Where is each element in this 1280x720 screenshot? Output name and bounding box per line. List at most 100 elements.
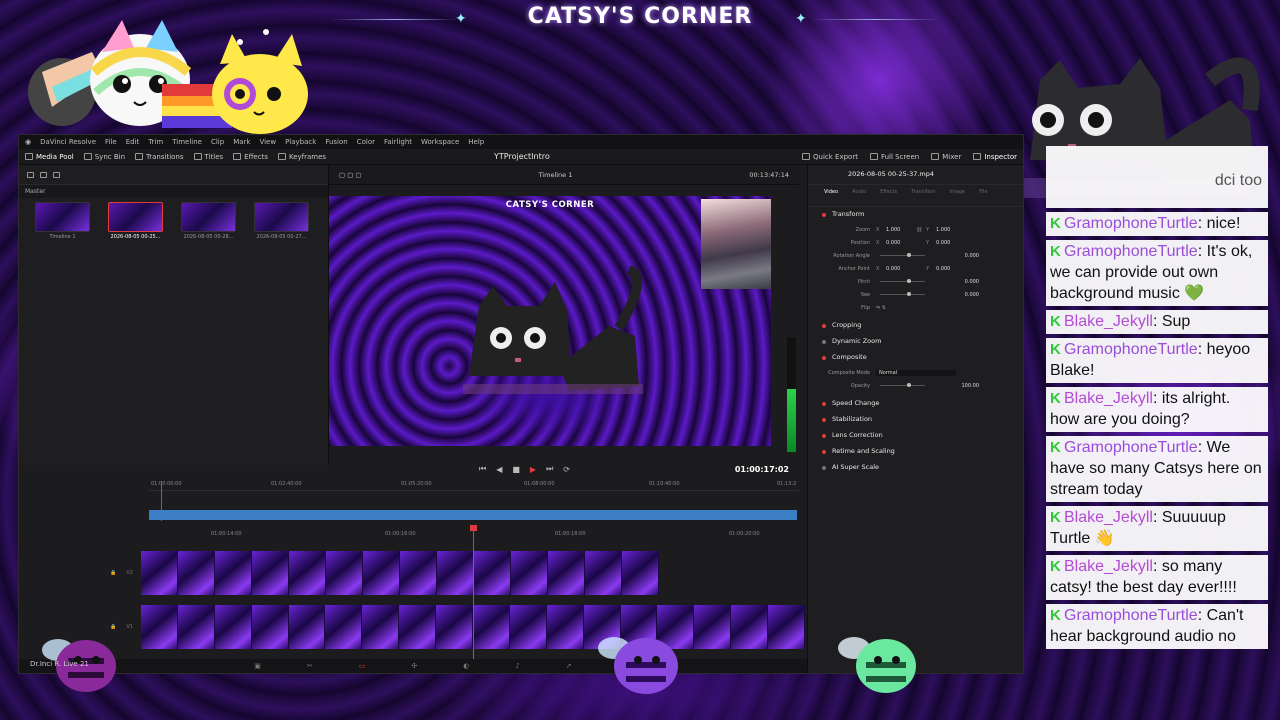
yaw-field[interactable]: 0.000 [929,292,979,298]
tab-file[interactable]: File [979,189,987,206]
video-viewer[interactable]: CATSY'S CORNER [329,196,771,446]
chat-username[interactable]: GramophoneTurtle [1064,607,1198,624]
zoom-x-field[interactable]: 1.000 [886,227,916,233]
master-bin[interactable]: Master [19,185,328,198]
chat-username[interactable]: GramophoneTurtle [1064,215,1198,232]
chat-username[interactable]: Blake_Jekyll [1064,509,1153,526]
pitch-field[interactable]: 0.000 [929,279,979,285]
rotation-slider[interactable] [880,253,925,257]
tab-video[interactable]: Video [824,189,838,206]
zoom-y-field[interactable]: 1.000 [936,227,966,233]
menu-timeline[interactable]: Timeline [172,138,202,146]
full-screen-button[interactable]: Full Screen [869,153,919,161]
inspector-button[interactable]: Inspector [973,153,1017,161]
transitions-button[interactable]: Transitions [135,153,184,161]
pitch-slider[interactable] [880,279,925,283]
opacity-row: Opacity 100.00 [808,379,1023,392]
media-pool-button[interactable]: Media Pool [25,153,74,161]
search-icon[interactable] [53,171,60,178]
flip-vertical-icon[interactable]: ⇅ [882,305,886,311]
stop-icon[interactable]: ■ [512,465,520,474]
section-cropping[interactable]: Cropping [808,318,1023,334]
clip-thumbnail[interactable]: Timeline 1 [35,202,90,240]
menu-trim[interactable]: Trim [148,138,163,146]
section-transform[interactable]: Transform [808,207,1023,223]
menu-color[interactable]: Color [357,138,375,146]
section-ai-super-scale[interactable]: AI Super Scale [808,460,1023,476]
skip-start-icon[interactable]: ⏮ [479,464,486,474]
timeline-selector[interactable]: Timeline 1 [539,171,573,179]
chat-message-text: dci too [1214,172,1262,189]
play-icon[interactable]: ▶ [530,465,536,474]
chat-username[interactable]: GramophoneTurtle [1064,439,1198,456]
section-dynamic-zoom[interactable]: Dynamic Zoom [808,334,1023,350]
section-retime-scaling[interactable]: Retime and Scaling [808,444,1023,460]
menu-file[interactable]: File [105,138,117,146]
loop-icon[interactable]: ⟳ [563,465,570,474]
menu-fairlight[interactable]: Fairlight [384,138,412,146]
menu-clip[interactable]: Clip [211,138,224,146]
tab-image[interactable]: Image [949,189,965,206]
tab-effects[interactable]: Effects [880,189,897,206]
flip-horizontal-icon[interactable]: ⇋ [876,305,880,311]
timeline-ruler[interactable]: 01:00:14:00 01:00:16:00 01:00:18:00 01:0… [139,531,799,541]
position-y-field[interactable]: 0.000 [936,240,966,246]
clip-thumbnail-selected[interactable]: 2026-08-05 00-25... [108,202,163,240]
menu-workspace[interactable]: Workspace [421,138,459,146]
composite-mode-select[interactable]: Normal [876,369,956,376]
skip-end-icon[interactable]: ⏭ [546,464,553,474]
section-lens-correction[interactable]: Lens Correction [808,428,1023,444]
timeline-overview-ruler[interactable]: 01:00:00:00 01:02:40:00 01:05:20:00 01:0… [149,481,799,491]
anchor-x-field[interactable]: 0.000 [886,266,916,272]
lock-icon[interactable]: 🔒 [110,570,116,576]
ruler-tick: 01:05:20:00 [401,481,432,487]
chat-username[interactable]: Blake_Jekyll [1064,390,1153,407]
chat-username[interactable]: GramophoneTurtle [1064,243,1198,260]
timeline-playhead[interactable] [470,525,477,673]
position-x-field[interactable]: 0.000 [886,240,916,246]
fusion-page-icon[interactable]: ✣ [411,662,417,670]
section-composite[interactable]: Composite [808,350,1023,366]
deliver-page-icon[interactable]: ➚ [566,662,572,670]
cut-page-icon[interactable]: ✂ [307,662,313,670]
tab-transition[interactable]: Transition [911,189,935,206]
opacity-field[interactable]: 100.00 [929,383,980,389]
section-speed-change[interactable]: Speed Change [808,396,1023,412]
step-back-icon[interactable]: ◀ [496,465,502,474]
media-page-icon[interactable]: ▣ [254,662,261,670]
effects-button[interactable]: Effects [233,153,268,161]
quick-export-button[interactable]: Quick Export [802,153,858,161]
chat-username[interactable]: GramophoneTurtle [1064,341,1198,358]
titles-button[interactable]: Titles [193,153,223,161]
yaw-slider[interactable] [880,292,925,296]
opacity-slider[interactable] [880,383,925,387]
menu-help[interactable]: Help [468,138,484,146]
chat-username[interactable]: Blake_Jekyll [1064,313,1153,330]
sync-bin-button[interactable]: Sync Bin [83,153,125,161]
list-view-icon[interactable] [27,171,34,178]
keyframes-button[interactable]: Keyframes [277,153,326,161]
timeline-clip-v2[interactable] [141,551,659,595]
menu-fusion[interactable]: Fusion [325,138,347,146]
fairlight-page-icon[interactable]: ♪ [515,662,519,670]
color-page-icon[interactable]: ◐ [463,662,469,670]
rotation-field[interactable]: 0.000 [929,253,979,259]
menu-edit[interactable]: Edit [126,138,140,146]
clip-thumbnail[interactable]: 2026-08-05 00-27... [254,202,309,240]
grid-view-icon[interactable] [40,171,47,178]
menu-app[interactable]: DaVinci Resolve [40,138,96,146]
menu-playback[interactable]: Playback [285,138,316,146]
chat-username[interactable]: Blake_Jekyll [1064,558,1153,575]
edit-page-icon[interactable]: ▭ [359,662,366,670]
tab-audio[interactable]: Audio [852,189,866,206]
clip-thumbnail[interactable]: 2026-08-05 00-28... [181,202,236,240]
mixer-button[interactable]: Mixer [931,153,961,161]
menu-mark[interactable]: Mark [233,138,250,146]
anchor-y-field[interactable]: 0.000 [936,266,966,272]
ruler-tick: 01:00:18:00 [555,531,586,537]
moderator-badge-icon: K [1050,439,1061,456]
menu-view[interactable]: View [259,138,276,146]
timeline-overview-clip[interactable] [149,510,797,520]
link-icon[interactable]: ⛓ [916,227,926,233]
section-stabilization[interactable]: Stabilization [808,412,1023,428]
